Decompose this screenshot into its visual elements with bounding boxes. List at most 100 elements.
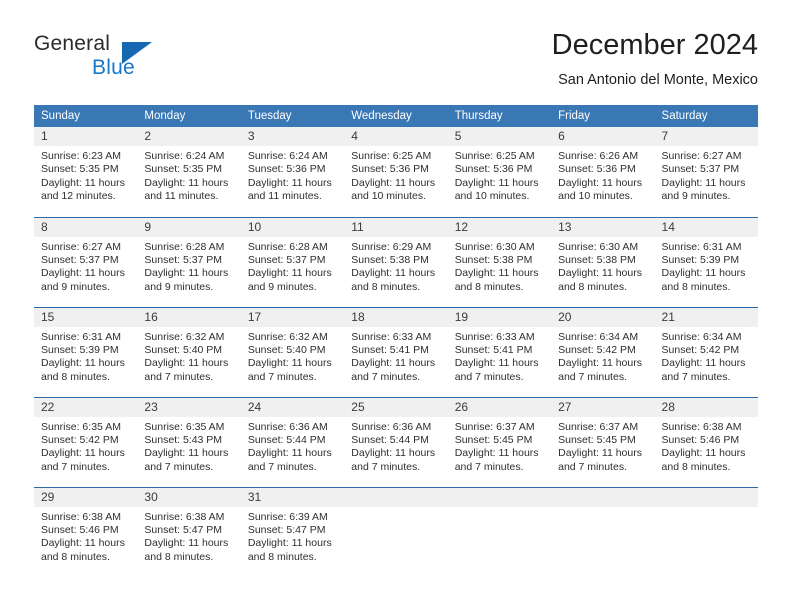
page-title: December 2024 (551, 29, 758, 61)
day-cell[interactable]: 6 Sunrise: 6:26 AM Sunset: 5:36 PM Daylight… (551, 127, 655, 217)
sunrise-text: Sunrise: 6:31 AM (661, 240, 742, 253)
day-number: 15 (34, 307, 138, 327)
sunset-text: Sunset: 5:38 PM (454, 253, 533, 266)
daylight-text-line1: Daylight: 11 hours (351, 176, 436, 189)
calendar-body: 1 Sunrise: 6:23 AM Sunset: 5:35 PM Daylight… (34, 127, 758, 577)
daylight-text-line1: Daylight: 11 hours (351, 267, 436, 280)
day-info: Sunrise: 6:39 AM Sunset: 5:47 PM Daylight:… (241, 507, 344, 565)
sunset-text: Sunset: 5:35 PM (41, 163, 119, 176)
sunset-text: Sunset: 5:45 PM (558, 433, 636, 446)
daylight-text-line2: and 7 minutes. (661, 370, 731, 383)
day-cell[interactable]: 10 Sunrise: 6:28 AM Sunset: 5:37 PM Dayligh… (240, 216, 345, 307)
day-cell[interactable]: 5 Sunrise: 6:25 AM Sunset: 5:36 PM Daylight… (447, 127, 552, 217)
daylight-text-line1: Daylight: 11 hours (558, 447, 642, 460)
day-cell[interactable]: 24 Sunrise: 6:36 AM Sunset: 5:44 PM Dayligh… (240, 396, 345, 487)
day-cell[interactable]: 23 Sunrise: 6:35 AM Sunset: 5:43 PM Dayligh… (137, 396, 241, 487)
sunset-text: Sunset: 5:44 PM (351, 433, 429, 446)
day-info: Sunrise: 6:38 AM Sunset: 5:47 PM Daylight:… (137, 507, 240, 565)
day-number: 2 (137, 127, 241, 146)
daylight-text-line2: and 7 minutes. (454, 460, 524, 473)
day-number: 1 (34, 127, 138, 146)
day-cell[interactable]: 3 Sunrise: 6:24 AM Sunset: 5:36 PM Daylight… (240, 127, 345, 217)
day-number: 23 (137, 397, 241, 417)
daylight-text-line2: and 8 minutes. (351, 280, 421, 293)
day-cell[interactable]: 29 Sunrise: 6:38 AM Sunset: 5:46 PM Dayligh… (34, 486, 138, 577)
sunset-text: Sunset: 5:47 PM (247, 523, 326, 536)
day-cell[interactable]: 21 Sunrise: 6:34 AM Sunset: 5:42 PM Dayligh… (654, 306, 758, 397)
sunrise-text: Sunrise: 6:24 AM (144, 150, 225, 162)
day-cell[interactable]: 7 Sunrise: 6:27 AM Sunset: 5:37 PM Daylight… (654, 127, 758, 217)
sunrise-text: Sunrise: 6:27 AM (41, 240, 121, 253)
day-cell[interactable]: 11 Sunrise: 6:29 AM Sunset: 5:38 PM Dayligh… (344, 216, 448, 307)
day-number: 22 (34, 397, 138, 417)
day-cell[interactable]: 17 Sunrise: 6:32 AM Sunset: 5:40 PM Dayligh… (240, 306, 345, 397)
brand-logo[interactable]: General Blue (34, 32, 234, 88)
sunrise-text: Sunrise: 6:34 AM (661, 330, 742, 343)
day-cell[interactable]: 22 Sunrise: 6:35 AM Sunset: 5:42 PM Dayligh… (34, 396, 138, 487)
weekday-header-sunday: Sunday (34, 105, 138, 127)
sunrise-text: Sunrise: 6:33 AM (351, 330, 432, 343)
day-cell[interactable]: 1 Sunrise: 6:23 AM Sunset: 5:35 PM Daylight… (34, 127, 138, 217)
day-info: Sunrise: 6:33 AM Sunset: 5:41 PM Daylight:… (448, 327, 551, 385)
sunset-text: Sunset: 5:38 PM (351, 253, 429, 266)
day-cell[interactable]: 28 Sunrise: 6:38 AM Sunset: 5:46 PM Dayligh… (654, 396, 758, 487)
sunrise-text: Sunrise: 6:37 AM (558, 420, 639, 433)
daylight-text-line1: Daylight: 11 hours (454, 447, 539, 460)
day-cell-empty (344, 486, 448, 577)
daylight-text-line1: Daylight: 11 hours (144, 357, 229, 370)
sunrise-text: Sunrise: 6:27 AM (661, 150, 742, 162)
day-number: 3 (240, 127, 345, 146)
day-cell[interactable]: 13 Sunrise: 6:30 AM Sunset: 5:38 PM Dayligh… (551, 216, 655, 307)
day-cell[interactable]: 27 Sunrise: 6:37 AM Sunset: 5:45 PM Dayligh… (551, 396, 655, 487)
daylight-text-line2: and 8 minutes. (247, 550, 317, 563)
day-cell[interactable]: 12 Sunrise: 6:30 AM Sunset: 5:38 PM Dayligh… (447, 216, 552, 307)
daylight-text-line2: and 8 minutes. (41, 370, 110, 383)
sunset-text: Sunset: 5:36 PM (247, 163, 326, 176)
daylight-text-line2: and 7 minutes. (144, 460, 214, 473)
day-info: Sunrise: 6:26 AM Sunset: 5:36 PM Daylight:… (551, 146, 654, 204)
day-cell[interactable]: 31 Sunrise: 6:39 AM Sunset: 5:47 PM Dayligh… (240, 486, 345, 577)
day-cell[interactable]: 18 Sunrise: 6:33 AM Sunset: 5:41 PM Dayligh… (344, 306, 448, 397)
day-cell-empty (654, 486, 758, 577)
day-cell[interactable]: 20 Sunrise: 6:34 AM Sunset: 5:42 PM Dayligh… (551, 306, 655, 397)
day-number (344, 487, 448, 507)
day-cell[interactable]: 15 Sunrise: 6:31 AM Sunset: 5:39 PM Dayligh… (34, 306, 138, 397)
daylight-text-line1: Daylight: 11 hours (144, 537, 229, 550)
day-number: 26 (447, 397, 552, 417)
sunrise-text: Sunrise: 6:30 AM (558, 240, 639, 253)
day-cell[interactable]: 8 Sunrise: 6:27 AM Sunset: 5:37 PM Daylight… (34, 216, 138, 307)
day-number: 24 (240, 397, 345, 417)
day-info: Sunrise: 6:35 AM Sunset: 5:43 PM Daylight:… (137, 417, 240, 475)
day-info: Sunrise: 6:32 AM Sunset: 5:40 PM Daylight:… (137, 327, 240, 385)
page-subtitle: San Antonio del Monte, Mexico (558, 72, 758, 88)
day-cell[interactable]: 19 Sunrise: 6:33 AM Sunset: 5:41 PM Dayligh… (447, 306, 552, 397)
sunrise-text: Sunrise: 6:35 AM (41, 420, 121, 433)
day-cell[interactable]: 14 Sunrise: 6:31 AM Sunset: 5:39 PM Dayligh… (654, 216, 758, 307)
day-info: Sunrise: 6:38 AM Sunset: 5:46 PM Daylight:… (34, 507, 137, 565)
sunrise-text: Sunrise: 6:33 AM (454, 330, 535, 343)
sunset-text: Sunset: 5:37 PM (41, 253, 119, 266)
day-cell[interactable]: 30 Sunrise: 6:38 AM Sunset: 5:47 PM Dayligh… (137, 486, 241, 577)
day-cell[interactable]: 25 Sunrise: 6:36 AM Sunset: 5:44 PM Dayligh… (344, 396, 448, 487)
day-cell[interactable]: 2 Sunrise: 6:24 AM Sunset: 5:35 PM Daylight… (137, 127, 241, 217)
day-cell[interactable]: 16 Sunrise: 6:32 AM Sunset: 5:40 PM Dayligh… (137, 306, 241, 397)
daylight-text-line2: and 7 minutes. (351, 370, 421, 383)
day-cell[interactable]: 4 Sunrise: 6:25 AM Sunset: 5:36 PM Daylight… (344, 127, 448, 217)
day-number: 4 (344, 127, 448, 146)
sunrise-text: Sunrise: 6:24 AM (247, 150, 328, 162)
sunrise-text: Sunrise: 6:35 AM (144, 420, 225, 433)
sunset-text: Sunset: 5:44 PM (247, 433, 326, 446)
day-info: Sunrise: 6:30 AM Sunset: 5:38 PM Daylight:… (448, 237, 551, 295)
day-number: 11 (344, 217, 448, 237)
day-cell[interactable]: 9 Sunrise: 6:28 AM Sunset: 5:37 PM Daylight… (137, 216, 241, 307)
daylight-text-line1: Daylight: 11 hours (41, 176, 125, 189)
daylight-text-line1: Daylight: 11 hours (144, 267, 229, 280)
sunset-text: Sunset: 5:37 PM (661, 163, 740, 176)
day-info: Sunrise: 6:27 AM Sunset: 5:37 PM Daylight:… (34, 237, 137, 295)
page-header: General Blue December 2024 San Antonio d… (34, 28, 758, 98)
daylight-text-line2: and 7 minutes. (558, 370, 627, 383)
day-cell[interactable]: 26 Sunrise: 6:37 AM Sunset: 5:45 PM Dayligh… (447, 396, 552, 487)
sunset-text: Sunset: 5:42 PM (558, 343, 636, 356)
daylight-text-line2: and 9 minutes. (41, 280, 110, 293)
day-number: 27 (551, 397, 655, 417)
